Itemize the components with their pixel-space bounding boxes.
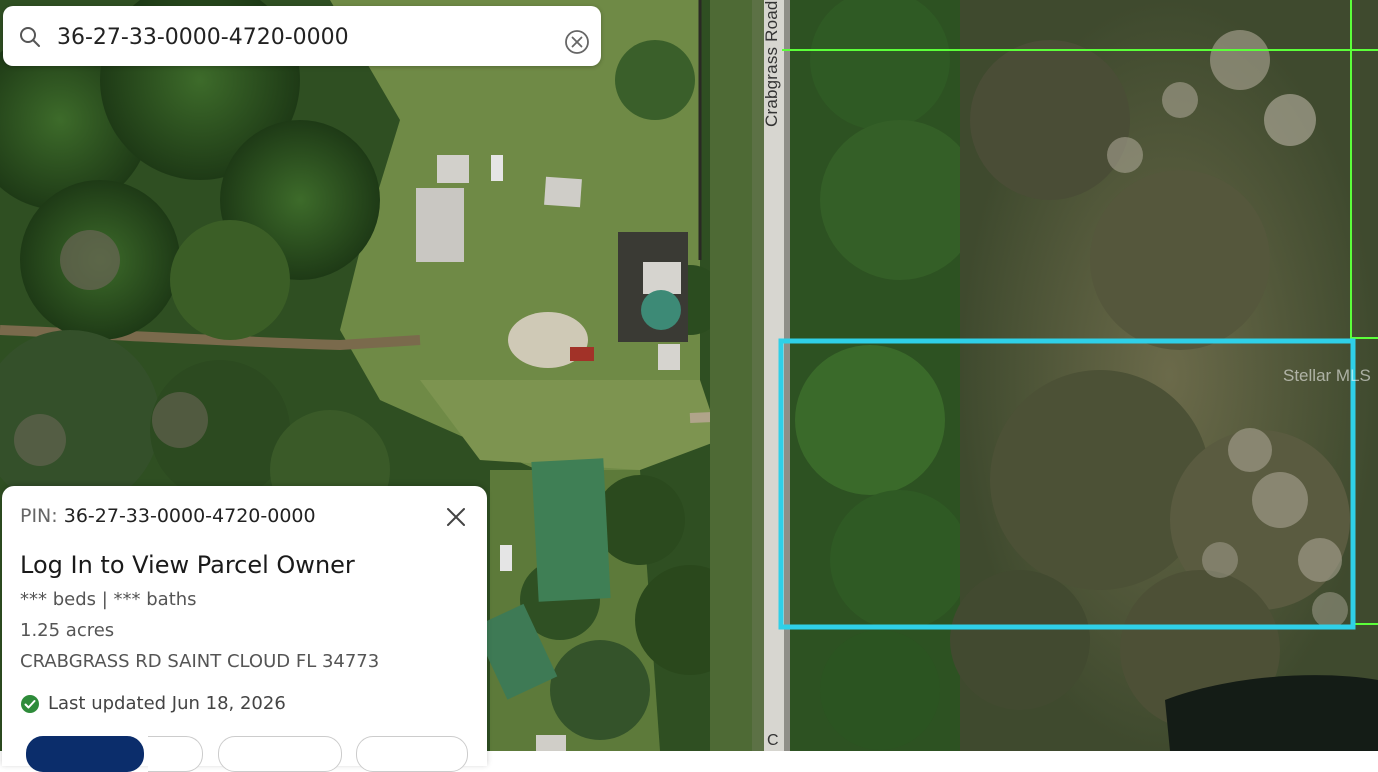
last-updated-text: Last updated Jun 18, 2026 (48, 693, 286, 714)
acreage: 1.25 acres (20, 620, 115, 641)
owner-title-link[interactable]: Log In to View Parcel Owner (20, 551, 355, 579)
last-updated-row: Last updated Jun 18, 2026 (20, 693, 286, 714)
close-icon[interactable] (445, 506, 467, 528)
check-circle-icon (21, 694, 39, 713)
road-label: Crabgrass Road (762, 0, 781, 127)
secondary-action-button[interactable] (148, 736, 203, 772)
parcel-info-card: PIN: 36-27-33-0000-4720-0000 Log In to V… (2, 486, 487, 772)
pin-line: PIN: 36-27-33-0000-4720-0000 (20, 505, 316, 527)
search-icon[interactable] (18, 25, 42, 49)
map-watermark: Stellar MLS (1283, 366, 1371, 385)
action-button-2[interactable] (218, 736, 342, 772)
action-button-3[interactable] (356, 736, 468, 772)
primary-action-button[interactable] (26, 736, 144, 772)
beds-baths: *** beds | *** baths (20, 589, 197, 610)
road-label-bottom: C (767, 732, 779, 749)
clear-search-icon[interactable] (564, 29, 590, 55)
pin-label: PIN: (20, 505, 58, 527)
pin-value: 36-27-33-0000-4720-0000 (63, 505, 316, 527)
search-input[interactable] (55, 18, 549, 56)
search-bar (3, 6, 601, 66)
parcel-address: CRABGRASS RD SAINT CLOUD FL 34773 (20, 651, 380, 672)
